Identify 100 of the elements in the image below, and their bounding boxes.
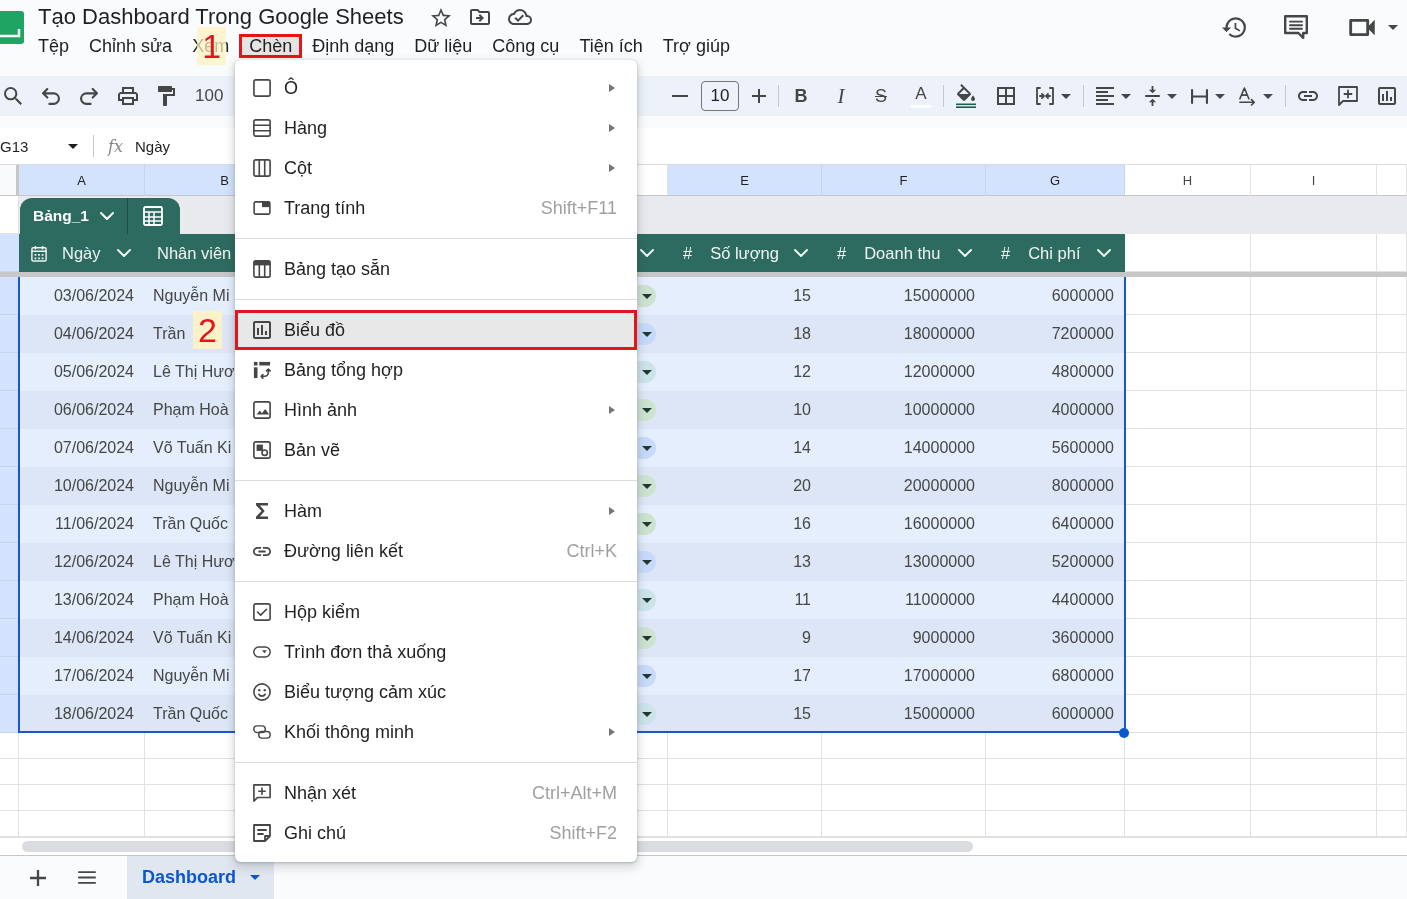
grid-cell[interactable] bbox=[1125, 695, 1251, 733]
link-icon[interactable] bbox=[1298, 91, 1318, 101]
grid-cell[interactable] bbox=[986, 733, 1125, 759]
menu-item[interactable]: Hộp kiểm bbox=[235, 592, 637, 632]
grid-cell[interactable] bbox=[1125, 277, 1251, 315]
grid-cell[interactable] bbox=[1251, 353, 1377, 391]
grid-cell[interactable] bbox=[1377, 581, 1407, 619]
comment-icon[interactable] bbox=[1284, 15, 1308, 39]
grid-cell[interactable] bbox=[145, 785, 235, 811]
menu-item[interactable]: Bản vẽ bbox=[235, 430, 637, 470]
search-icon[interactable] bbox=[4, 87, 22, 105]
grid-cell[interactable] bbox=[1377, 391, 1407, 429]
caret-down-icon[interactable] bbox=[642, 521, 652, 527]
caret-down-icon[interactable] bbox=[1215, 93, 1225, 99]
paint-bucket-icon[interactable] bbox=[956, 84, 976, 108]
caret-down-icon[interactable] bbox=[68, 143, 78, 149]
column-header[interactable]: H bbox=[1125, 165, 1251, 196]
grid-cell[interactable] bbox=[1251, 277, 1377, 315]
grid-cell[interactable] bbox=[1251, 619, 1377, 657]
zoom-select[interactable]: 100 bbox=[195, 86, 224, 106]
sheet-tab[interactable]: Dashboard bbox=[127, 856, 275, 899]
column-header[interactable]: I bbox=[1251, 165, 1377, 196]
text-color-button[interactable]: A bbox=[911, 84, 931, 108]
grid-cell[interactable] bbox=[637, 811, 668, 837]
menu-item[interactable]: Trang tính Shift+F11 bbox=[235, 188, 637, 228]
grid-cell[interactable] bbox=[668, 785, 822, 811]
dropdown-chip[interactable] bbox=[638, 475, 656, 497]
chevron-down-icon[interactable] bbox=[1097, 249, 1111, 257]
caret-down-icon[interactable] bbox=[642, 407, 652, 413]
caret-down-icon[interactable] bbox=[1167, 93, 1177, 99]
menu-item[interactable]: Đường liên kết Ctrl+K bbox=[235, 531, 637, 571]
caret-down-icon[interactable] bbox=[642, 711, 652, 717]
menu-item[interactable]: Bảng tổng hợp bbox=[235, 350, 637, 390]
column-header[interactable]: F bbox=[822, 165, 986, 196]
grid-cell[interactable] bbox=[1377, 759, 1407, 785]
grid-cell[interactable] bbox=[668, 733, 822, 759]
grid-cell[interactable] bbox=[986, 811, 1125, 837]
grid-cell[interactable] bbox=[19, 733, 145, 759]
align-left-icon[interactable] bbox=[1096, 87, 1114, 105]
menu-item[interactable]: Hình ảnh bbox=[235, 390, 637, 430]
grid-cell[interactable] bbox=[1377, 785, 1407, 811]
merge-cells-icon[interactable] bbox=[1036, 87, 1054, 105]
spreadsheet-logo-icon[interactable] bbox=[0, 11, 24, 44]
menu-bar-item[interactable]: Định dạng bbox=[302, 34, 405, 58]
grid-cell[interactable] bbox=[822, 785, 986, 811]
grid-cell[interactable] bbox=[1125, 619, 1251, 657]
grid-cell[interactable] bbox=[1251, 315, 1377, 353]
video-camera-icon[interactable] bbox=[1349, 18, 1375, 36]
cloud-check-icon[interactable] bbox=[507, 9, 532, 25]
caret-down-icon[interactable] bbox=[642, 293, 652, 299]
document-title[interactable]: Tạo Dashboard Trong Google Sheets bbox=[38, 4, 404, 30]
dropdown-chip[interactable] bbox=[638, 665, 656, 687]
grid-cell[interactable] bbox=[19, 785, 145, 811]
table-name-tab[interactable]: Bảng_1 bbox=[20, 198, 180, 234]
grid-cell[interactable] bbox=[1377, 619, 1407, 657]
bar-chart-icon[interactable] bbox=[1378, 87, 1396, 105]
column-header[interactable]: B bbox=[145, 165, 235, 196]
menu-item[interactable]: Ô bbox=[235, 68, 637, 108]
grid-cell[interactable] bbox=[1377, 811, 1407, 837]
grid-cell[interactable] bbox=[668, 811, 822, 837]
redo-icon[interactable] bbox=[80, 87, 98, 105]
menu-bar-item[interactable]: Chỉnh sửa bbox=[79, 34, 183, 58]
history-icon[interactable] bbox=[1222, 16, 1246, 38]
grid-cell[interactable] bbox=[1125, 811, 1251, 837]
menu-icon[interactable] bbox=[78, 871, 96, 884]
caret-down-icon[interactable] bbox=[1061, 93, 1071, 99]
grid-cell[interactable] bbox=[1377, 234, 1407, 272]
grid-cell[interactable] bbox=[1251, 429, 1377, 467]
menu-item[interactable]: Trình đơn thả xuống bbox=[235, 632, 637, 672]
menu-bar-item[interactable]: Công cụ bbox=[482, 34, 570, 58]
grid-cell[interactable] bbox=[1251, 733, 1377, 759]
caret-down-icon[interactable] bbox=[642, 673, 652, 679]
grid-cell[interactable] bbox=[1251, 543, 1377, 581]
grid-cell[interactable] bbox=[1251, 234, 1377, 272]
grid-cell[interactable] bbox=[1125, 467, 1251, 505]
menu-item[interactable]: Hàng bbox=[235, 108, 637, 148]
grid-cell[interactable] bbox=[1125, 315, 1251, 353]
grid-cell[interactable] bbox=[145, 811, 235, 837]
chevron-down-icon[interactable] bbox=[117, 249, 131, 257]
menu-bar-item[interactable]: Tiện ích bbox=[569, 34, 653, 58]
dropdown-chip[interactable] bbox=[638, 399, 656, 421]
paint-roller-icon[interactable] bbox=[158, 86, 175, 106]
grid-cell[interactable] bbox=[1377, 657, 1407, 695]
menu-item[interactable]: Bảng tạo sẵn bbox=[235, 249, 637, 289]
grid-cell[interactable] bbox=[1251, 505, 1377, 543]
star-icon[interactable] bbox=[430, 7, 451, 27]
caret-down-icon[interactable] bbox=[642, 369, 652, 375]
grid-cell[interactable] bbox=[19, 811, 145, 837]
caret-down-icon[interactable] bbox=[642, 597, 652, 603]
grid-cell[interactable] bbox=[1251, 695, 1377, 733]
column-header[interactable]: G bbox=[986, 165, 1125, 196]
grid-cell[interactable] bbox=[19, 759, 145, 785]
printer-icon[interactable] bbox=[118, 87, 138, 105]
grid-cell[interactable] bbox=[1251, 759, 1377, 785]
caret-down-icon[interactable] bbox=[642, 483, 652, 489]
caret-down-icon[interactable] bbox=[1388, 24, 1398, 30]
grid-cell[interactable] bbox=[637, 759, 668, 785]
menu-item[interactable]: Cột bbox=[235, 148, 637, 188]
dropdown-chip[interactable] bbox=[638, 551, 656, 573]
dropdown-chip[interactable] bbox=[638, 589, 656, 611]
